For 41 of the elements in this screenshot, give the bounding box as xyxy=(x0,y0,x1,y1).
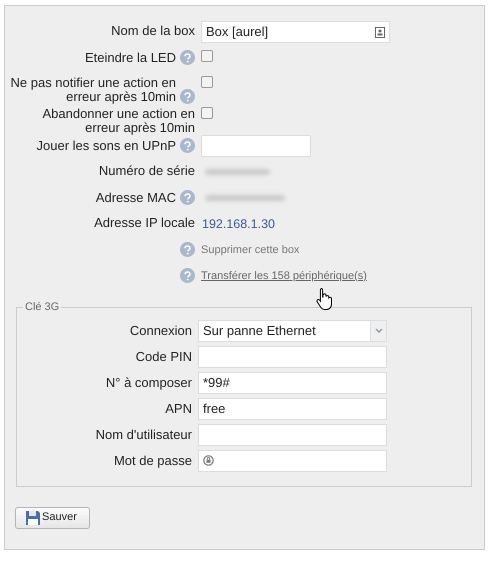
lock-icon xyxy=(203,455,214,466)
field-label: Nom de la box xyxy=(111,24,195,38)
help-icon[interactable] xyxy=(180,89,195,104)
input-field[interactable]: *99# xyxy=(198,372,387,394)
help-icon[interactable] xyxy=(180,242,195,257)
field-label: Code PIN xyxy=(134,348,192,366)
field-label: Nom d'utilisateur xyxy=(94,426,192,444)
input-field[interactable] xyxy=(198,424,387,446)
transfer-link[interactable]: Transférer les 158 périphérique(s) xyxy=(201,268,367,284)
section-legend: Clé 3G xyxy=(23,299,62,316)
checkbox[interactable] xyxy=(201,76,213,88)
blurred-value xyxy=(205,169,270,175)
field-label: Ne pas notifier une action en erreur après 10min xyxy=(10,76,176,104)
delete-action[interactable]: Supprimer cette box xyxy=(201,242,300,258)
input-field[interactable] xyxy=(198,346,387,368)
input-field[interactable] xyxy=(201,135,311,157)
contact-card-icon xyxy=(375,26,385,38)
caret-icon xyxy=(370,320,386,340)
field-label: Numéro de série xyxy=(98,164,195,178)
checkbox[interactable] xyxy=(201,107,213,119)
field-label: Jouer les sons en UPnP xyxy=(36,139,176,153)
help-icon[interactable] xyxy=(180,268,195,283)
checkbox[interactable] xyxy=(201,50,213,62)
ip-address: 192.168.1.30 xyxy=(202,216,275,233)
pointer-hand-icon xyxy=(315,287,335,311)
field-label: APN xyxy=(164,400,192,418)
field-label: Connexion xyxy=(128,322,192,340)
field-label: N° à composer xyxy=(104,374,192,392)
field-label: Eteindre la LED xyxy=(84,51,176,65)
field-label: Adresse IP locale xyxy=(94,216,195,230)
input-field[interactable] xyxy=(198,450,387,472)
help-icon[interactable] xyxy=(180,138,195,153)
field-label: Adresse MAC xyxy=(96,191,176,205)
help-icon[interactable] xyxy=(180,50,195,65)
help-icon[interactable] xyxy=(180,190,195,205)
save-button[interactable]: Sauver xyxy=(15,506,90,528)
field-label: Mot de passe xyxy=(112,452,192,470)
input-field[interactable]: free xyxy=(198,398,387,420)
dropdown[interactable]: Sur panne Ethernet xyxy=(198,320,387,342)
input-field[interactable]: Box [aurel] xyxy=(201,21,390,43)
field-label: Abandonner une action en erreur après 10min xyxy=(41,107,195,135)
